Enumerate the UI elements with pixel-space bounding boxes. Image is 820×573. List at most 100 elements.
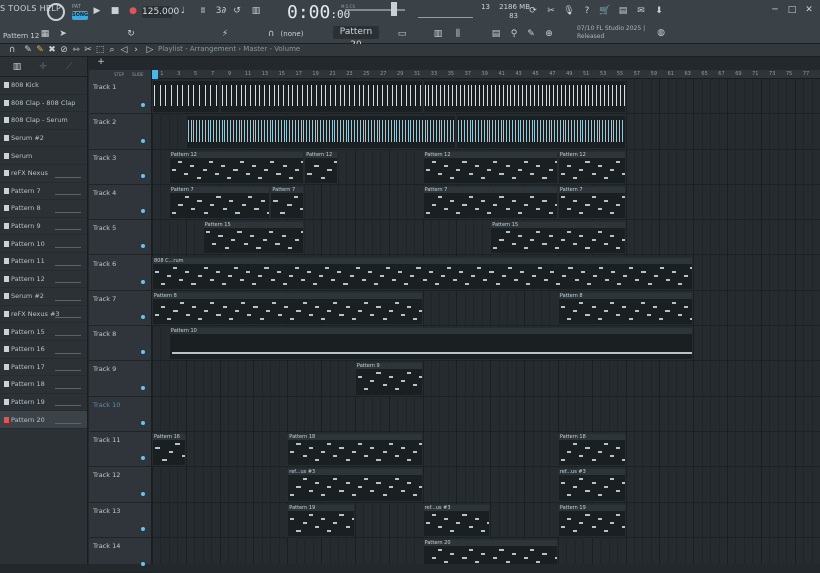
select-icon[interactable]: ⬚ [96, 46, 104, 54]
cart-icon[interactable]: 🛒 [600, 5, 610, 17]
pattern-list-item[interactable]: Serum #2 [0, 130, 87, 148]
track-header[interactable]: Track 12 [89, 467, 152, 502]
pattern-list-item[interactable]: Serum [0, 147, 87, 165]
track-led-icon[interactable] [141, 386, 145, 390]
pattern-clip[interactable]: Pattern 19 [287, 504, 355, 537]
pattern-list-item[interactable]: Pattern 15 [0, 323, 87, 341]
browser-icon[interactable]: ▦ [40, 29, 50, 39]
refresh-icon[interactable]: ⟳ [528, 5, 538, 17]
pattern-list-item[interactable]: 808 Clap - Serum [0, 112, 87, 130]
pattern-clip[interactable]: ref...us #3 [423, 504, 491, 537]
pattern-clip[interactable]: Pattern 12 [423, 151, 558, 184]
track-header[interactable]: Track 2 [89, 114, 152, 149]
audio-clip[interactable] [152, 80, 220, 113]
pattern-clip[interactable]: Pattern 8 [152, 292, 423, 325]
pattern-clip[interactable]: Pattern 12 [558, 151, 626, 184]
track-led-icon[interactable] [141, 421, 145, 425]
track-led-icon[interactable] [141, 350, 145, 354]
slip-icon[interactable]: ⇿ [72, 46, 80, 54]
pattern-clip[interactable]: Pattern 7 [558, 186, 626, 219]
track-header[interactable]: Track 13 [89, 503, 152, 538]
add-track-icon[interactable]: + [97, 58, 105, 66]
master-volume-knob[interactable] [47, 3, 65, 21]
track-header[interactable]: Track 9 [89, 361, 152, 396]
piano-icon[interactable]: ▥ [12, 63, 22, 71]
window-maximize-icon[interactable]: □ [787, 5, 797, 15]
paint-icon[interactable]: ✎ [36, 46, 44, 54]
download-icon[interactable]: ⬇ [654, 5, 664, 17]
channel-rack-icon[interactable]: ▥ [432, 28, 444, 40]
magnet-icon[interactable]: ∩ [8, 46, 16, 54]
track-lane[interactable] [152, 432, 820, 467]
pattern-clip[interactable]: Pattern 7 [169, 186, 270, 219]
playlist-play-icon[interactable]: ▷ [146, 46, 154, 54]
pattern-list-item[interactable]: Pattern 10 [0, 235, 87, 253]
track-header[interactable]: Track 4 [89, 185, 152, 220]
pattern-clip[interactable]: Pattern 10 [169, 327, 693, 360]
timeline-ruler[interactable]: 1357911131517192123252729313335373941434… [152, 70, 820, 79]
track-led-icon[interactable] [141, 103, 145, 107]
track-lane[interactable] [152, 397, 820, 432]
audio-clip[interactable] [186, 115, 457, 148]
playlist-icon[interactable]: ▭ [396, 28, 408, 40]
loop-icon[interactable]: ↻ [126, 29, 136, 39]
tempo-display[interactable]: 125.000 [142, 6, 172, 18]
step-edit-icon[interactable]: ▥ [250, 6, 262, 16]
track-led-icon[interactable] [141, 209, 145, 213]
zoom-icon[interactable]: ⌕ [108, 46, 116, 54]
metronome-icon[interactable]: ♩ [178, 6, 188, 16]
track-header[interactable]: Track 5 [89, 220, 152, 255]
breadcrumb[interactable]: Playlist - Arrangement › Master - Volume [158, 45, 300, 53]
pattern-list-item[interactable]: 808 Clap - 808 Clap [0, 95, 87, 113]
track-led-icon[interactable] [141, 492, 145, 496]
audio-clip[interactable] [423, 80, 626, 113]
automation-icon[interactable]: ⟋ [64, 63, 74, 71]
loop-record-icon[interactable]: ↺ [232, 6, 242, 16]
pattern-list-item[interactable]: Pattern 16 [0, 341, 87, 359]
pattern-list-item[interactable]: Pattern 9 [0, 218, 87, 236]
track-lane[interactable] [152, 361, 820, 396]
pattern-clip[interactable]: Pattern 15 [490, 221, 625, 254]
window-close-icon[interactable]: ✕ [804, 5, 814, 15]
pattern-list-item[interactable]: Pattern 19 [0, 394, 87, 412]
pattern-list-item[interactable]: Pattern 20 [0, 411, 87, 429]
pattern-clip[interactable]: Pattern 15 [203, 221, 304, 254]
pattern-list-item[interactable]: Pattern 17 [0, 359, 87, 377]
pattern-list-item[interactable]: 808 Kick [0, 77, 87, 95]
pattern-clip[interactable]: Pattern 20 [423, 539, 558, 564]
pattern-clip[interactable]: Pattern 18 [558, 433, 626, 466]
track-led-icon[interactable] [141, 174, 145, 178]
track-header[interactable]: Track 7 [89, 291, 152, 326]
snap-icon[interactable]: ∩ [266, 29, 276, 39]
track-led-icon[interactable] [141, 244, 145, 248]
pattern-clip[interactable]: ref...us #3 [558, 468, 626, 501]
track-header[interactable]: Track 8 [89, 326, 152, 361]
pattern-list-item[interactable]: Serum #2 [0, 288, 87, 306]
playlist-grid[interactable]: Pattern 12Pattern 12Pattern 12Pattern 12… [152, 79, 820, 564]
snap-none[interactable]: (none) [280, 29, 304, 39]
countdown-icon[interactable]: 3∂ [214, 6, 228, 16]
wait-icon[interactable]: ʬ [196, 6, 210, 16]
shop-icon[interactable]: ▤ [618, 5, 628, 17]
help-icon[interactable]: ? [582, 5, 592, 17]
pattern-list-item[interactable]: reFX Nexus [0, 165, 87, 183]
plug-icon[interactable]: ⚡ [220, 29, 230, 39]
audio-icon[interactable]: ✛ [38, 63, 48, 71]
track-led-icon[interactable] [141, 527, 145, 531]
playback-icon[interactable]: ◁ [120, 46, 128, 54]
pattern-clip[interactable]: ref...us #3 [287, 468, 422, 501]
pattern-list-item[interactable]: reFX Nexus #3 [0, 306, 87, 324]
song-mode-button[interactable]: SONG [72, 11, 88, 20]
pattern-selector[interactable]: Pattern 12 [3, 32, 39, 40]
track-led-icon[interactable] [141, 280, 145, 284]
arrow-icon[interactable]: ➤ [58, 29, 68, 39]
pattern-clip[interactable]: Pattern 9 [355, 362, 423, 395]
draw-icon[interactable]: ✎ [24, 46, 32, 54]
record-icon[interactable]: ● [128, 6, 138, 16]
track-led-icon[interactable] [141, 456, 145, 460]
window-minimize-icon[interactable]: ─ [770, 5, 780, 15]
mic-icon[interactable]: 🎙 [564, 5, 574, 17]
track-led-icon[interactable] [141, 562, 145, 566]
track-header[interactable]: Track 1 [89, 79, 152, 114]
stop-icon[interactable]: ■ [110, 6, 120, 16]
